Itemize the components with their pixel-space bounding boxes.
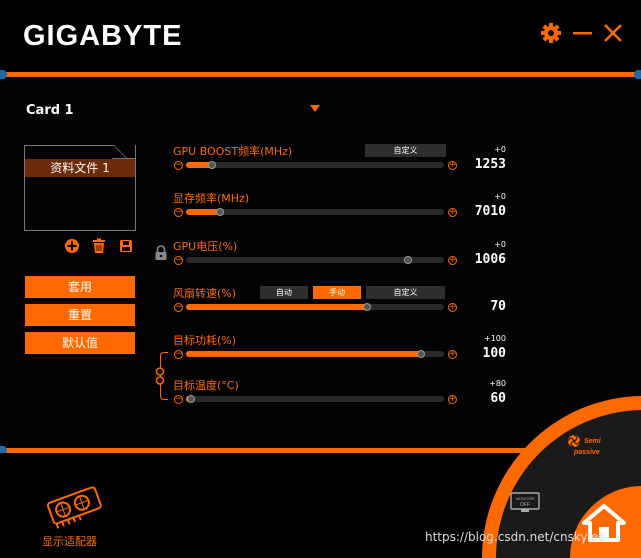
mode-button[interactable]: 手动 (313, 286, 361, 299)
slider-thumb[interactable] (416, 350, 425, 358)
slider-title: GPU电压(%) (173, 240, 238, 253)
profile-list (24, 145, 136, 231)
mode-button[interactable]: 自定义 (365, 144, 446, 157)
slider-title: GPU BOOST频率(MHz) (173, 145, 293, 158)
slider-value: 70 (490, 299, 506, 314)
slider-offset: +0 (494, 240, 506, 249)
title-bar: GIGABYTE (0, 0, 641, 74)
profile-item-1[interactable]: 资料文件 1 (25, 159, 135, 177)
fan-mode-text-1: Semi (584, 438, 602, 445)
chevron-down-icon (310, 105, 320, 112)
slider-track[interactable] (186, 256, 444, 264)
slider-title: 风扇转速(%) (173, 287, 237, 300)
slider-value: 1253 (474, 157, 506, 172)
slider-value: 100 (482, 346, 506, 361)
reset-button[interactable]: 重置 (25, 304, 135, 326)
increase-button[interactable]: + (448, 303, 457, 312)
close-icon[interactable] (600, 20, 626, 46)
slider-offset: +0 (494, 192, 506, 201)
slider-thumb[interactable] (215, 208, 224, 216)
slider-title: 目标功耗(%) (173, 334, 237, 347)
slider-value: 7010 (474, 204, 506, 219)
increase-button[interactable]: + (448, 350, 457, 359)
increase-button[interactable]: + (448, 161, 457, 170)
increase-button[interactable]: + (448, 208, 457, 217)
svg-text:MONITOR: MONITOR (516, 496, 535, 501)
gigabyte-app-window: GIGABYTE Card 1 资料文件 1 套用 重置 默认值 GPU BOO… (0, 0, 641, 558)
slider-offset: +0 (494, 145, 506, 154)
mode-button[interactable]: 自动 (260, 286, 308, 299)
slider-track[interactable] (186, 350, 444, 358)
slider-track[interactable] (186, 395, 444, 403)
slider-track[interactable] (186, 208, 444, 216)
apply-button[interactable]: 套用 (25, 276, 135, 298)
decrease-button[interactable]: − (174, 208, 183, 217)
mode-button[interactable]: 自定义 (366, 286, 445, 299)
semi-passive-fan-icon[interactable]: Semi passive (562, 432, 610, 462)
slider-thumb[interactable] (362, 303, 371, 311)
lock-icon[interactable] (154, 245, 168, 261)
decrease-button[interactable]: − (174, 256, 183, 265)
settings-gear-icon[interactable] (538, 20, 564, 46)
slider-offset: +80 (489, 379, 506, 388)
watermark-text: https://blog.csdn.net/cnskylee (425, 530, 606, 544)
slider-thumb[interactable] (187, 395, 196, 403)
graphics-card-label[interactable]: 显示适配器 (42, 533, 97, 549)
slider-thumb[interactable] (403, 256, 412, 264)
slider-offset: +100 (484, 334, 506, 343)
slider-title: 目标温度(°C) (173, 379, 239, 392)
slider-fill (186, 304, 367, 310)
slider-track[interactable] (186, 161, 444, 169)
increase-button[interactable]: + (448, 256, 457, 265)
decrease-button[interactable]: − (174, 303, 183, 312)
decrease-button[interactable]: − (174, 161, 183, 170)
slider-title: 显存频率(MHz) (173, 192, 250, 205)
fan-mode-text-2: passive (573, 449, 600, 456)
slider-track[interactable] (186, 303, 444, 311)
slider-value: 1006 (474, 252, 506, 267)
brand-logo: GIGABYTE (23, 20, 183, 52)
save-profile-icon[interactable] (118, 238, 134, 254)
default-button[interactable]: 默认值 (25, 332, 135, 354)
svg-text:OFF: OFF (520, 502, 530, 508)
card-select-dropdown[interactable]: Card 1 (26, 99, 326, 118)
increase-button[interactable]: + (448, 395, 457, 404)
delete-profile-icon[interactable] (91, 238, 107, 254)
graphics-card-icon[interactable] (46, 484, 106, 530)
minimize-icon[interactable] (570, 20, 596, 46)
header-divider (0, 70, 641, 79)
decrease-button[interactable]: − (174, 395, 183, 404)
slider-thumb[interactable] (207, 161, 216, 169)
link-icon[interactable] (155, 367, 165, 385)
slider-fill (186, 209, 220, 215)
monitor-off-icon[interactable]: MONITOR OFF (508, 491, 542, 515)
card-select-value: Card 1 (26, 103, 74, 118)
decrease-button[interactable]: − (174, 350, 183, 359)
slider-fill (186, 351, 421, 357)
add-profile-icon[interactable] (64, 238, 80, 254)
